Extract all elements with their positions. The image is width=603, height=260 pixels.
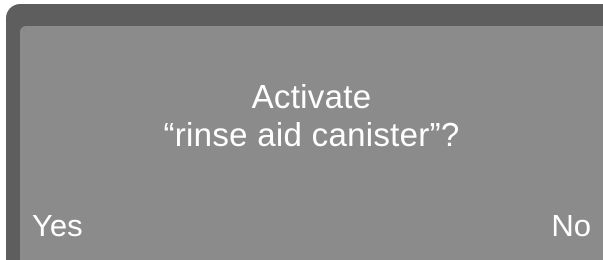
prompt-line-1: Activate xyxy=(251,78,372,115)
prompt-line-2: “rinse aid canister”? xyxy=(163,116,460,153)
no-softkey[interactable]: No xyxy=(551,206,591,246)
yes-softkey[interactable]: Yes xyxy=(32,206,83,246)
display-screen: Activate “rinse aid canister”? Yes No xyxy=(20,26,603,260)
